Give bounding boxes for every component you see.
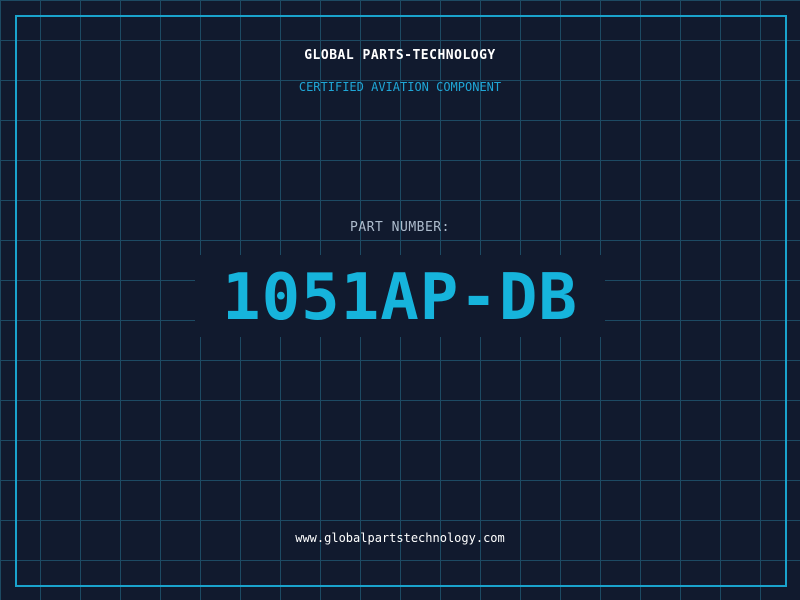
website-url: www.globalpartstechnology.com xyxy=(295,531,505,545)
certification-subtitle: CERTIFIED AVIATION COMPONENT xyxy=(298,80,502,94)
part-number-label: PART NUMBER: xyxy=(350,220,450,235)
company-name: GLOBAL PARTS-TECHNOLOGY xyxy=(304,48,496,63)
part-number-value: 1051AP-DB xyxy=(222,261,578,335)
